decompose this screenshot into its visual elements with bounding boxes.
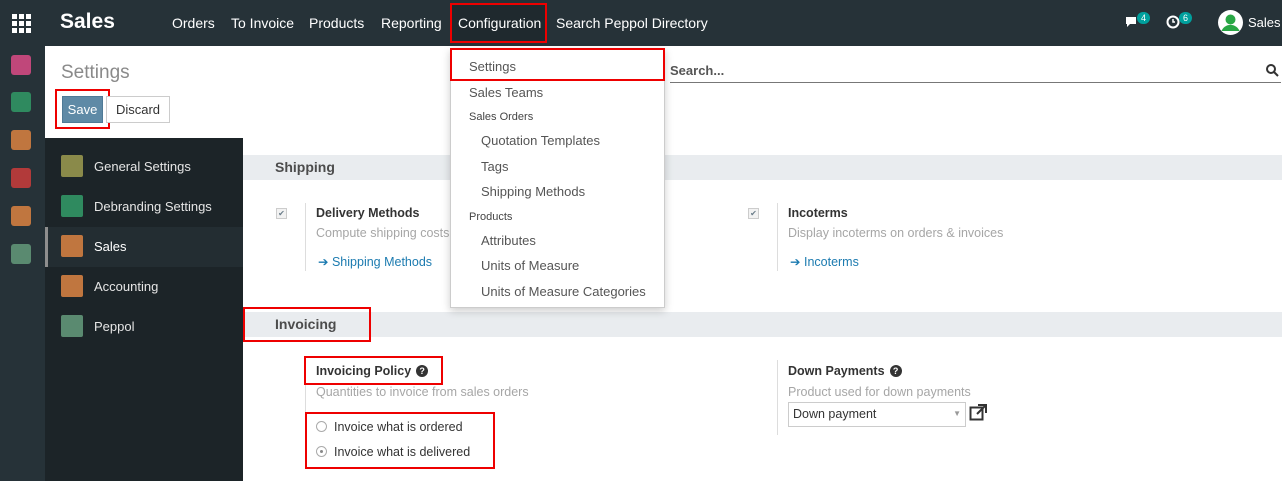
incoterms-title: Incoterms [788, 206, 848, 220]
radio-invoice-ordered[interactable] [316, 421, 327, 432]
down-payment-product-select[interactable]: Down payment ▼ [788, 402, 966, 427]
sidebar-item-sales[interactable]: Sales [45, 227, 243, 267]
shipping-methods-link[interactable]: ➔ Shipping Methods [318, 254, 432, 269]
page-title: Settings [61, 62, 130, 83]
messages-count-badge: 4 [1137, 12, 1151, 24]
incoterms-desc: Display incoterms on orders & invoices [788, 226, 1004, 240]
help-icon[interactable]: ? [416, 365, 429, 377]
search-underline [670, 82, 1281, 83]
help-icon[interactable]: ? [889, 365, 902, 377]
link-label: Shipping Methods [331, 255, 433, 269]
divider [777, 360, 778, 435]
menu-orders[interactable]: Orders [172, 15, 215, 31]
sidebar-item-label: General Settings [94, 159, 191, 174]
menu-item-tags[interactable]: Tags [481, 159, 508, 174]
avatar [1218, 10, 1243, 35]
menu-configuration[interactable]: Configuration [458, 15, 541, 31]
configuration-dropdown: Settings Sales Teams Sales Orders Quotat… [450, 48, 665, 308]
menu-item-sales-teams[interactable]: Sales Teams [469, 85, 543, 100]
option-invoice-ordered-label: Invoice what is ordered [334, 420, 463, 434]
search-icon[interactable] [1266, 64, 1279, 77]
menu-header-products: Products [469, 211, 513, 223]
caret-down-icon: ▼ [953, 409, 961, 418]
app-rail [0, 46, 45, 481]
arrow-right-icon: ➔ [790, 255, 801, 269]
menu-item-uom-categories[interactable]: Units of Measure Categories [481, 284, 646, 299]
menu-item-settings[interactable]: Settings [469, 59, 516, 74]
save-button[interactable]: Save [62, 96, 103, 123]
menu-header-sales-orders: Sales Orders [469, 111, 534, 123]
down-payments-title: Down Payments? [788, 364, 902, 378]
invoicing-header-highlight [243, 307, 371, 342]
select-value: Down payment [793, 407, 877, 421]
link-label: Incoterms [803, 255, 859, 269]
arrow-right-icon: ➔ [318, 255, 329, 269]
section-title: Shipping [275, 159, 335, 175]
menu-item-quotation-templates[interactable]: Quotation Templates [481, 133, 600, 148]
delivery-methods-title: Delivery Methods [316, 206, 420, 220]
apps-menu-icon[interactable] [12, 14, 31, 33]
sidebar-item-peppol[interactable]: Peppol [45, 307, 243, 347]
search-input[interactable]: Search... [670, 63, 724, 78]
settings-sidebar: General Settings Debranding Settings Sal… [45, 138, 243, 481]
invoicing-policy-title: Invoicing Policy? [316, 364, 429, 378]
invoicing-app-icon[interactable] [11, 206, 31, 226]
menu-products[interactable]: Products [309, 15, 364, 31]
menu-reporting[interactable]: Reporting [381, 15, 442, 31]
delivery-methods-checkbox[interactable]: ✔ [276, 208, 287, 219]
menu-item-shipping-methods[interactable]: Shipping Methods [481, 184, 585, 199]
incoterms-checkbox[interactable]: ✔ [748, 208, 759, 219]
chart-icon [61, 235, 83, 257]
incoterms-link[interactable]: ➔ Incoterms [790, 254, 859, 269]
setting-title-text: Invoicing Policy [316, 364, 412, 378]
section-header-invoicing: Invoicing [243, 312, 1282, 337]
discard-button[interactable]: Discard [106, 96, 170, 123]
menu-to-invoice[interactable]: To Invoice [231, 15, 294, 31]
setting-title-text: Down Payments [788, 364, 885, 378]
app-brand: Sales [60, 10, 115, 33]
user-name: Sales [1248, 15, 1281, 30]
divider [777, 203, 778, 271]
sidebar-item-accounting[interactable]: Accounting [45, 267, 243, 307]
activities-button[interactable]: 6 [1166, 12, 1193, 33]
document-icon [61, 315, 83, 337]
sidebar-item-label: Accounting [94, 279, 159, 294]
activities-count-badge: 6 [1179, 12, 1193, 24]
menu-search-peppol-directory[interactable]: Search Peppol Directory [556, 15, 708, 31]
document-app-icon[interactable] [11, 244, 31, 264]
gear-icon [61, 155, 83, 177]
sidebar-item-label: Debranding Settings [94, 199, 212, 214]
option-invoice-delivered-label: Invoice what is delivered [334, 445, 471, 459]
divider [305, 203, 306, 271]
contacts-app-icon[interactable] [11, 92, 31, 112]
discuss-app-icon[interactable] [11, 55, 31, 75]
menu-item-units-of-measure[interactable]: Units of Measure [481, 258, 579, 273]
brush-icon [61, 195, 83, 217]
invoice-icon [61, 275, 83, 297]
menu-item-attributes[interactable]: Attributes [481, 233, 536, 248]
section-header-shipping: Shipping [243, 155, 1282, 180]
sidebar-item-label: Peppol [94, 319, 135, 334]
external-link-icon[interactable] [969, 404, 988, 422]
invoicing-policy-desc: Quantities to invoice from sales orders [316, 385, 529, 399]
sales-app-icon[interactable] [11, 130, 31, 150]
inventory-app-icon[interactable] [11, 168, 31, 188]
messages-button[interactable]: 4 [1124, 12, 1151, 33]
delivery-methods-desc: Compute shipping costs [316, 226, 450, 240]
down-payments-desc: Product used for down payments [788, 385, 971, 399]
top-navbar: Sales Orders To Invoice Products Reporti… [0, 0, 1282, 46]
sidebar-item-debranding-settings[interactable]: Debranding Settings [45, 187, 243, 227]
radio-invoice-delivered[interactable] [316, 446, 327, 457]
sidebar-item-general-settings[interactable]: General Settings [45, 147, 243, 187]
sidebar-item-label: Sales [94, 239, 127, 254]
